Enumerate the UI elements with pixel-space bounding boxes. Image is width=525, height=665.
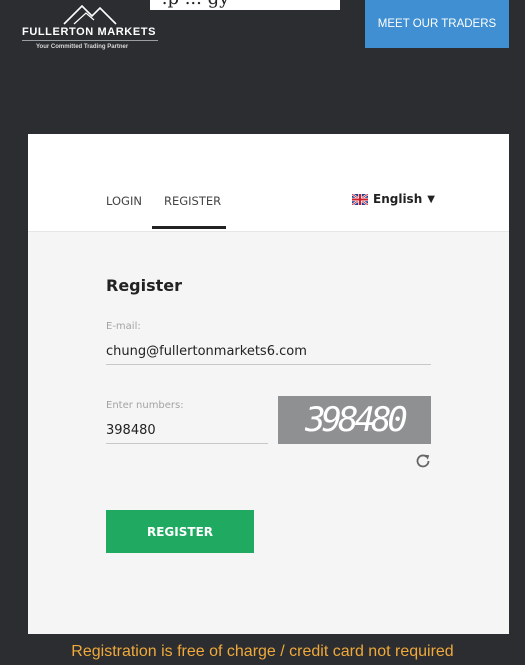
logo-divider <box>22 40 158 41</box>
active-tab-indicator <box>152 226 226 229</box>
tab-login[interactable]: LOGIN <box>106 194 142 208</box>
email-label: E-mail: <box>106 321 141 332</box>
captcha-input-label: Enter numbers: <box>106 400 184 411</box>
register-card: LOGIN REGISTER English ▼ Register E-mail… <box>28 134 509 634</box>
card-header: LOGIN REGISTER English ▼ <box>28 134 509 232</box>
captcha-input[interactable] <box>106 417 268 444</box>
meet-our-traders-button[interactable]: MEET OUR TRADERS <box>365 0 509 48</box>
cropped-caption-fragment: ‘.p ... gy <box>150 0 340 10</box>
refresh-icon[interactable] <box>414 452 432 470</box>
brand-name: FULLERTON MARKETS <box>22 26 157 38</box>
tab-register[interactable]: REGISTER <box>164 194 221 208</box>
language-selector[interactable]: English ▼ <box>352 192 435 206</box>
mountain-logo-icon <box>63 4 117 25</box>
register-button[interactable]: REGISTER <box>106 510 254 553</box>
uk-flag-icon <box>352 193 368 205</box>
registration-note: Registration is free of charge / credit … <box>71 643 454 660</box>
language-label: English <box>373 192 423 206</box>
email-field[interactable] <box>106 338 431 365</box>
form-title: Register <box>106 276 183 295</box>
brand-tagline: Your Committed Trading Partner <box>36 44 129 50</box>
fullerton-logo[interactable]: FULLERTON MARKETS Your Committed Trading… <box>22 2 167 58</box>
captcha-image: 398480 <box>278 396 431 444</box>
caret-down-icon: ▼ <box>427 193 435 205</box>
